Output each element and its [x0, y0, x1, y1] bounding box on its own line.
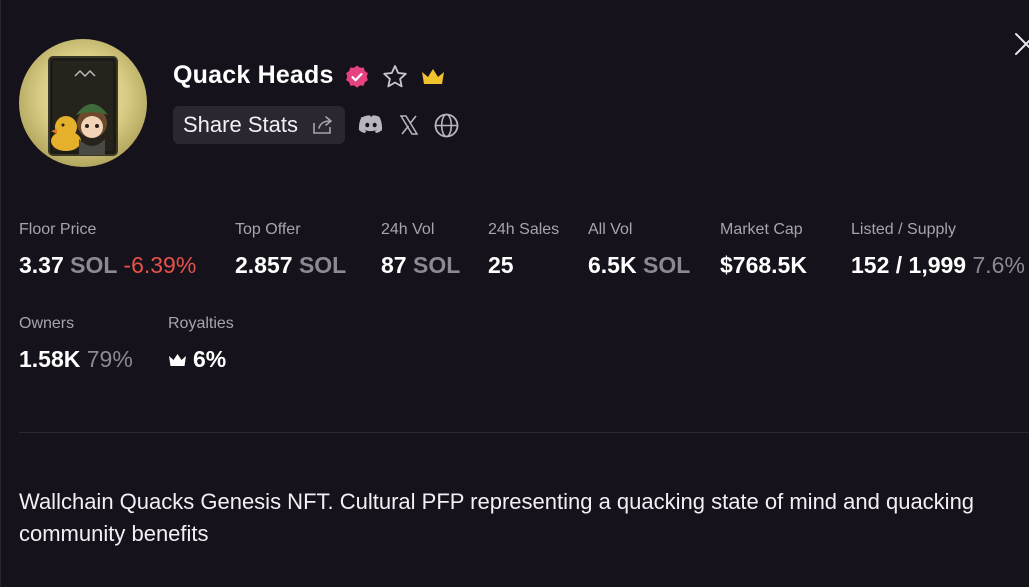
listed-percent: 7.6%	[972, 252, 1025, 278]
stat-royalties: Royalties 6%	[168, 315, 234, 373]
sales-24h-label: 24h Sales	[488, 221, 560, 238]
sales-24h-value: 25	[488, 252, 514, 278]
floor-price-label: Floor Price	[19, 221, 97, 238]
share-stats-label: Share Stats	[183, 112, 298, 137]
vol-24h-value: 87 SOL	[381, 252, 461, 278]
royalties-crown-icon	[169, 354, 186, 366]
owners-label: Owners	[19, 315, 75, 332]
floor-price-value: 3.37 SOL -6.39%	[19, 252, 197, 278]
close-icon[interactable]	[1010, 28, 1029, 56]
vol-24h-label: 24h Vol	[381, 221, 435, 238]
discord-icon[interactable]	[358, 113, 384, 137]
royalties-label: Royalties	[168, 315, 234, 332]
stat-listed-supply: Listed / Supply 152 / 1,999 7.6%	[851, 221, 1025, 279]
stat-top-offer: Top Offer 2.857 SOL	[235, 221, 346, 279]
stat-market-cap: Market Cap $768.5K	[720, 221, 807, 279]
section-divider	[19, 432, 1029, 433]
stat-all-vol: All Vol 6.5K SOL	[588, 221, 690, 279]
share-icon	[313, 116, 332, 134]
verified-badge-icon	[346, 65, 368, 88]
owners-percent: 79%	[86, 346, 133, 372]
all-vol-value: 6.5K SOL	[588, 252, 691, 278]
star-icon[interactable]	[381, 63, 409, 91]
market-cap-value: $768.5K	[720, 252, 807, 278]
panel-border	[0, 0, 1, 587]
all-vol-label: All Vol	[588, 221, 633, 238]
globe-icon[interactable]	[433, 112, 460, 139]
share-stats-button[interactable]: Share Stats	[173, 106, 345, 144]
x-icon[interactable]	[399, 114, 419, 136]
stat-owners: Owners 1.58K 79%	[19, 315, 133, 373]
top-offer-label: Top Offer	[235, 221, 301, 238]
stat-24h-sales: 24h Sales 25	[488, 221, 559, 279]
top-offer-value: 2.857 SOL	[235, 252, 347, 278]
floor-price-change: -6.39%	[123, 252, 197, 278]
owners-value: 1.58K 79%	[19, 346, 133, 372]
stat-24h-vol: 24h Vol 87 SOL	[381, 221, 460, 279]
collection-avatar	[19, 39, 147, 167]
royalties-value: 6%	[168, 346, 234, 373]
collection-description: Wallchain Quacks Genesis NFT. Cultural P…	[19, 489, 975, 546]
market-cap-label: Market Cap	[720, 221, 803, 238]
listed-supply-label: Listed / Supply	[851, 221, 956, 238]
collection-title: Quack Heads	[173, 61, 334, 89]
listed-supply-value: 152 / 1,999 7.6%	[851, 252, 1025, 278]
crown-icon	[422, 69, 444, 84]
avatar-image	[48, 56, 118, 156]
stat-floor-price: Floor Price 3.37 SOL -6.39%	[19, 221, 196, 279]
